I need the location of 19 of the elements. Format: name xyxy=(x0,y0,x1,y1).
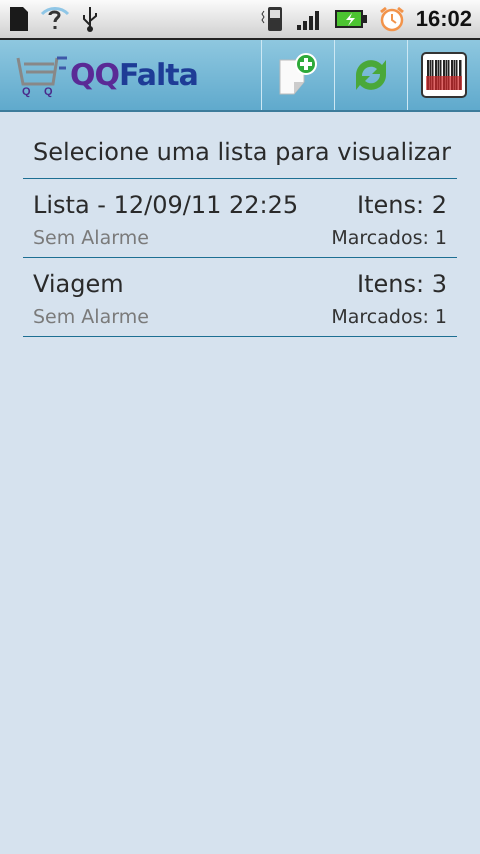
app-logo: QQFalta xyxy=(70,58,198,92)
item-count: Itens: 3 xyxy=(357,270,447,298)
clock-time: 16:02 xyxy=(416,6,472,32)
list-name: Lista - 12/09/11 22:25 xyxy=(33,191,298,219)
barcode-icon xyxy=(421,52,467,98)
usb-icon xyxy=(80,5,100,33)
marked-count: Marcados: 1 xyxy=(331,227,447,249)
sd-card-icon xyxy=(8,5,30,33)
alarm-clock-icon xyxy=(378,5,406,33)
alarm-status: Sem Alarme xyxy=(33,306,149,328)
list-row[interactable]: Lista - 12/09/11 22:25 Itens: 2 Sem Alarme Marcados: 1 xyxy=(23,179,457,258)
list-name: Viagem xyxy=(33,270,124,298)
wifi-question-icon xyxy=(40,6,70,32)
battery-charging-icon xyxy=(334,8,368,30)
marked-count: Marcados: 1 xyxy=(331,306,447,328)
alarm-status: Sem Alarme xyxy=(33,227,149,249)
list-row[interactable]: Viagem Itens: 3 Sem Alarme Marcados: 1 xyxy=(23,258,457,337)
list-prompt: Selecione uma lista para visualizar xyxy=(23,112,457,179)
item-count: Itens: 2 xyxy=(357,191,447,219)
